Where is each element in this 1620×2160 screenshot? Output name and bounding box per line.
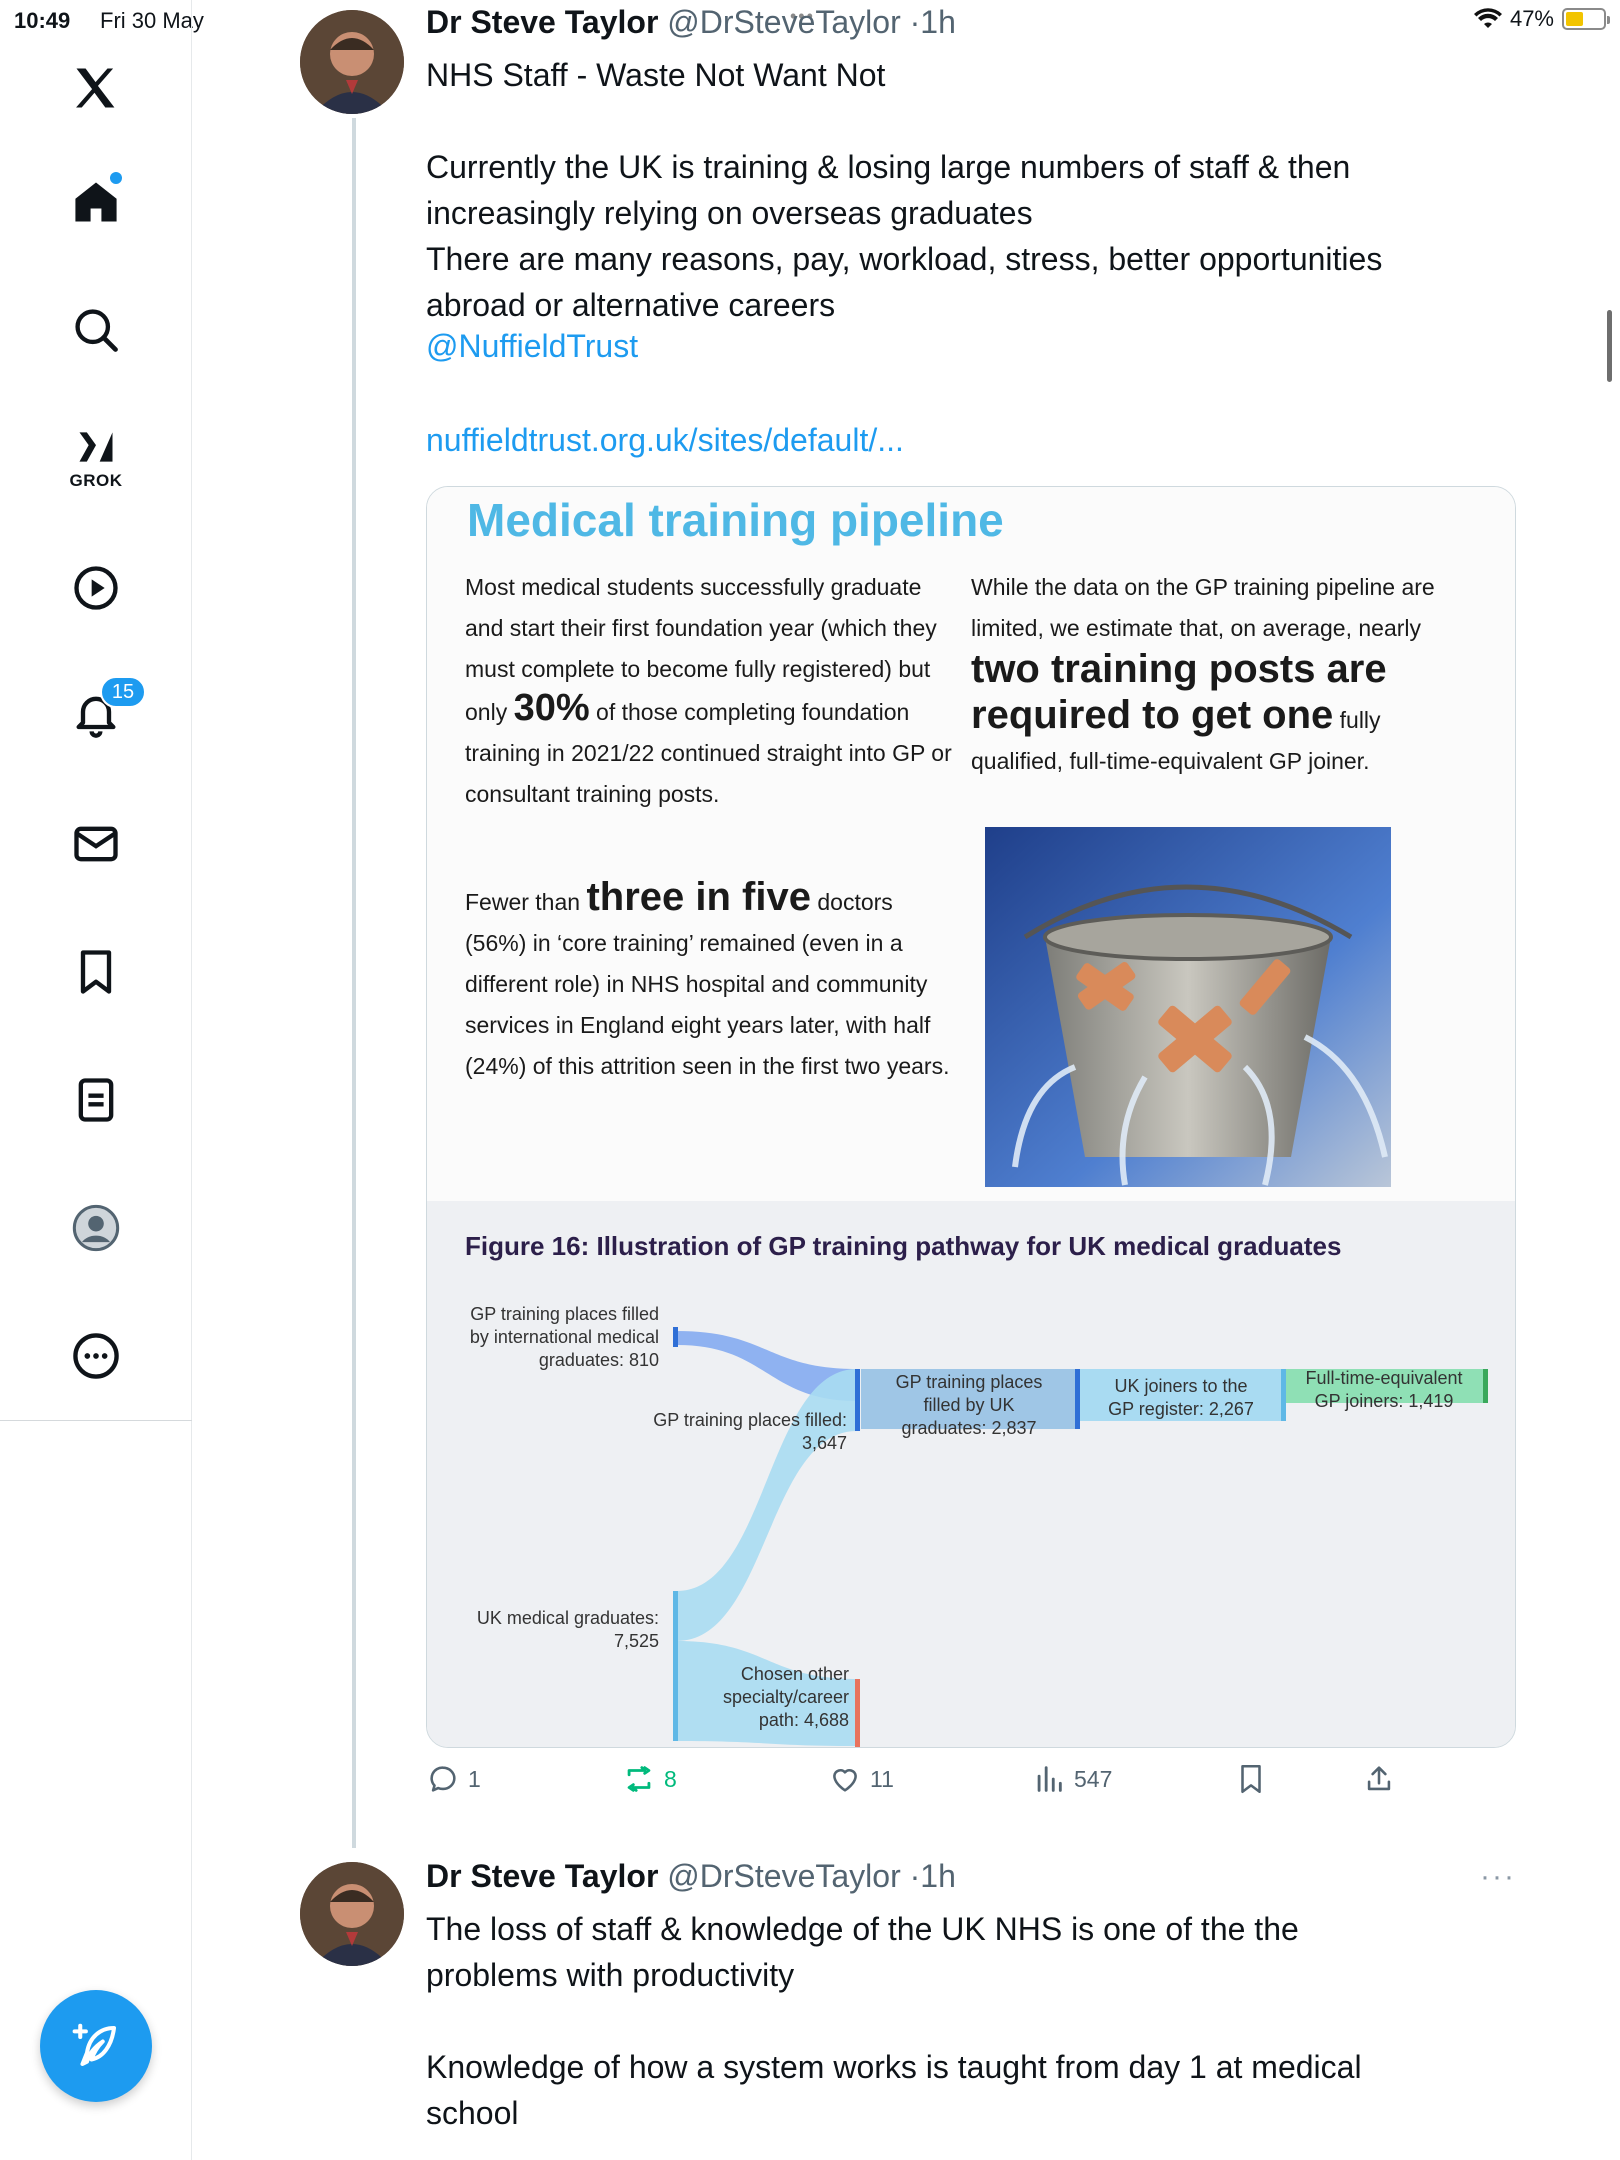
- views-chart-icon: [1037, 1766, 1062, 1792]
- reply-count: 1: [468, 1765, 481, 1792]
- scrollbar-thumb[interactable]: [1607, 310, 1612, 382]
- author-handle[interactable]: @DrSteveTaylor: [667, 4, 900, 40]
- leaky-bucket-photo: [985, 827, 1391, 1187]
- grok-label: GROK: [69, 471, 123, 490]
- infographic-right-paragraph: While the data on the GP training pipeli…: [971, 574, 1435, 774]
- reply-button[interactable]: 1: [426, 1762, 481, 1796]
- view-count: 547: [1074, 1765, 1113, 1792]
- infographic-left-paragraph-2: Fewer than three in five doctors (56%) i…: [465, 875, 950, 1080]
- messages-envelope-icon[interactable]: [56, 804, 136, 884]
- node-international: [673, 1327, 678, 1347]
- notification-badge: 15: [100, 676, 146, 708]
- status-right: 47%: [1473, 6, 1610, 32]
- author-avatar[interactable]: [300, 10, 404, 114]
- compose-post-button[interactable]: [40, 1990, 152, 2102]
- label-places-filled: GP training places filled: 3,647: [653, 1410, 847, 1453]
- label-fte-joiners: Full-time-equivalent GP joiners: 1,419: [1305, 1368, 1463, 1411]
- like-button[interactable]: 11: [828, 1762, 894, 1796]
- post-actions: 1 8 11 547: [426, 1762, 1516, 1810]
- sankey-figure: Figure 16: Illustration of GP training p…: [427, 1201, 1515, 1747]
- label-uk-filled: GP training places filled by UK graduate…: [895, 1372, 1043, 1438]
- label-uk-joiners: UK joiners to the GP register: 2,267: [1108, 1376, 1254, 1419]
- node-other: [855, 1679, 860, 1747]
- reply-icon: [430, 1766, 456, 1792]
- thread-connector-line: [352, 118, 356, 1848]
- post-header: Dr Steve Taylor @DrSteveTaylor ·1h: [426, 4, 956, 40]
- search-icon[interactable]: [56, 290, 136, 370]
- share-upload-icon: [1367, 1766, 1391, 1791]
- post-time[interactable]: 1h: [920, 1858, 956, 1894]
- heart-icon: [833, 1769, 857, 1792]
- more-circle-icon[interactable]: [56, 1316, 136, 1396]
- share-button[interactable]: [1362, 1762, 1396, 1796]
- post-time[interactable]: 1h: [920, 4, 956, 40]
- grok-icon[interactable]: GROK: [56, 418, 136, 498]
- sankey-diagram: [673, 1327, 1488, 1747]
- author-avatar[interactable]: [300, 1862, 404, 1966]
- x-logo-icon[interactable]: [56, 48, 136, 128]
- post-body: Currently the UK is training & losing la…: [426, 149, 1383, 323]
- lists-icon[interactable]: [56, 1060, 136, 1140]
- more-options-button[interactable]: ···: [1480, 1860, 1516, 1894]
- infographic-left-paragraph-1: Most medical students successfully gradu…: [465, 574, 952, 807]
- post-image[interactable]: Medical training pipeline Most medical s…: [426, 486, 1516, 1748]
- battery-percent: 47%: [1509, 6, 1554, 31]
- infographic: Medical training pipeline Most medical s…: [427, 487, 1515, 1201]
- infographic-title: Medical training pipeline: [467, 494, 1004, 546]
- author-handle[interactable]: @DrSteveTaylor: [667, 1858, 900, 1894]
- compose-feather-icon: [72, 2023, 117, 2067]
- repost-button[interactable]: 8: [622, 1762, 677, 1796]
- battery-icon: [1562, 8, 1610, 30]
- node-joiners: [1281, 1369, 1286, 1421]
- post-header: Dr Steve Taylor @DrSteveTaylor ·1h: [426, 1858, 956, 1894]
- repost-count: 8: [664, 1765, 677, 1792]
- bookmark-action-icon: [1241, 1764, 1261, 1794]
- label-uk-graduates: UK medical graduates: 7,525: [476, 1608, 659, 1651]
- external-link[interactable]: nuffieldtrust.org.uk/sites/default/...: [426, 422, 904, 459]
- node-fte: [1483, 1369, 1488, 1403]
- repost-icon: [627, 1766, 651, 1792]
- node-uk-filled: [1075, 1369, 1080, 1429]
- post-body: The loss of staff & knowledge of the UK …: [426, 1911, 1362, 2131]
- views-button[interactable]: 547: [1032, 1762, 1112, 1796]
- bookmark-button[interactable]: [1234, 1762, 1268, 1796]
- like-count: 11: [870, 1765, 894, 1792]
- sidebar-divider: [0, 1420, 192, 1421]
- post-title: NHS Staff - Waste Not Want Not: [426, 57, 886, 93]
- node-filled: [855, 1369, 860, 1431]
- play-icon[interactable]: [56, 548, 136, 628]
- home-new-dot: [110, 172, 122, 184]
- notifications-bell-icon[interactable]: 15: [56, 674, 146, 754]
- bookmark-icon[interactable]: [56, 932, 136, 1012]
- sidebar: GROK 15: [0, 0, 192, 2160]
- profile-avatar-icon[interactable]: [56, 1188, 136, 1268]
- home-icon[interactable]: [56, 162, 136, 242]
- mention-link[interactable]: @NuffieldTrust: [426, 328, 638, 365]
- label-other-path: Chosen other specialty/career path: 4,68…: [722, 1664, 849, 1730]
- author-name[interactable]: Dr Steve Taylor: [426, 4, 658, 40]
- author-name[interactable]: Dr Steve Taylor: [426, 1858, 658, 1894]
- wifi-icon: [1473, 8, 1502, 29]
- label-international-graduates: GP training places filled by internation…: [469, 1304, 659, 1370]
